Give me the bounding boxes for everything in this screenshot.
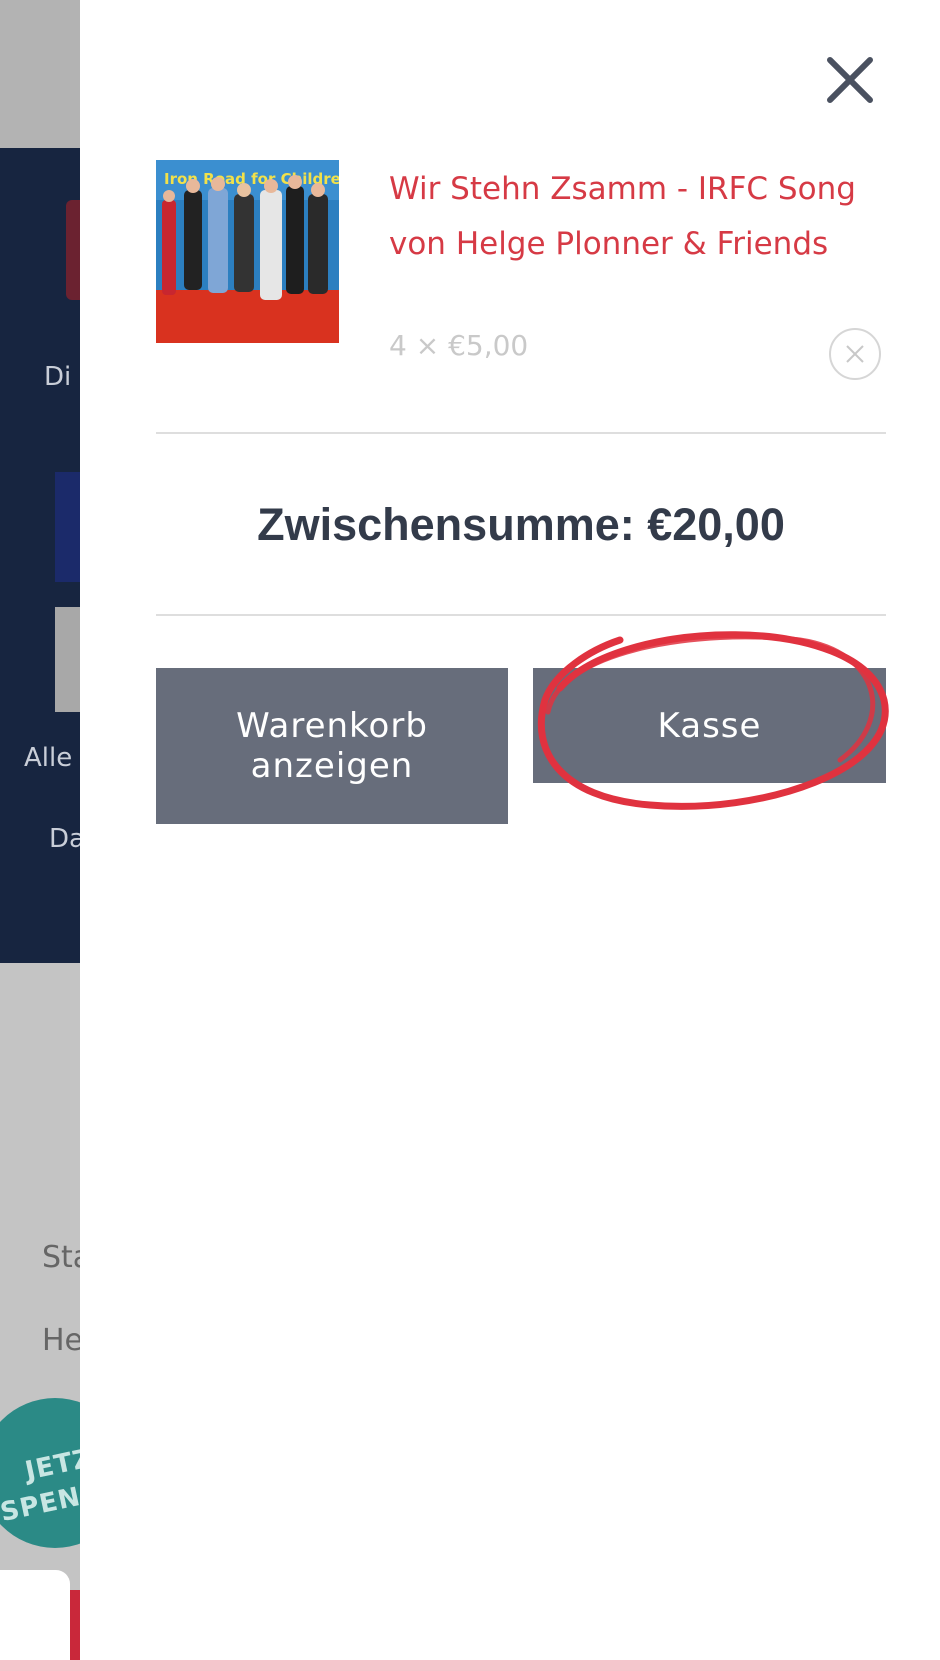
product-title-link[interactable]: Wir Stehn Zsamm - IRFC Song von Helge Pl… (389, 162, 859, 272)
background-text: Alle (24, 743, 73, 773)
checkout-label: Kasse (657, 705, 762, 746)
close-icon (827, 57, 873, 103)
background-card (0, 1570, 70, 1671)
background-lower-section (0, 963, 80, 1671)
donate-badge-text: SPEN (0, 1481, 84, 1529)
background-grey-block (55, 607, 80, 712)
background-blue-block (55, 472, 80, 582)
background-text: Di (44, 362, 72, 392)
bottom-bar (0, 1660, 940, 1671)
quantity-price: 4 × €5,00 (389, 329, 529, 362)
background-header (0, 0, 80, 148)
cart-item: Iron Road for Children Wir Stehn Zsamm -… (156, 160, 886, 390)
background-text: He (42, 1323, 84, 1358)
close-button[interactable] (822, 52, 878, 108)
product-image: Iron Road for Children (156, 160, 339, 343)
subtotal: Zwischensumme: €20,00 (257, 499, 785, 550)
remove-item-icon (846, 345, 864, 363)
view-cart-button[interactable]: Warenkorb anzeigen (156, 668, 508, 824)
checkout-button[interactable]: Kasse (533, 668, 886, 783)
remove-item-button[interactable] (829, 328, 881, 380)
divider (156, 432, 886, 434)
divider (156, 614, 886, 616)
product-thumbnail[interactable]: Iron Road for Children (156, 160, 339, 343)
mini-cart-drawer: Iron Road for Children Wir Stehn Zsamm -… (80, 0, 940, 1660)
view-cart-label: Warenkorb anzeigen (236, 706, 428, 786)
